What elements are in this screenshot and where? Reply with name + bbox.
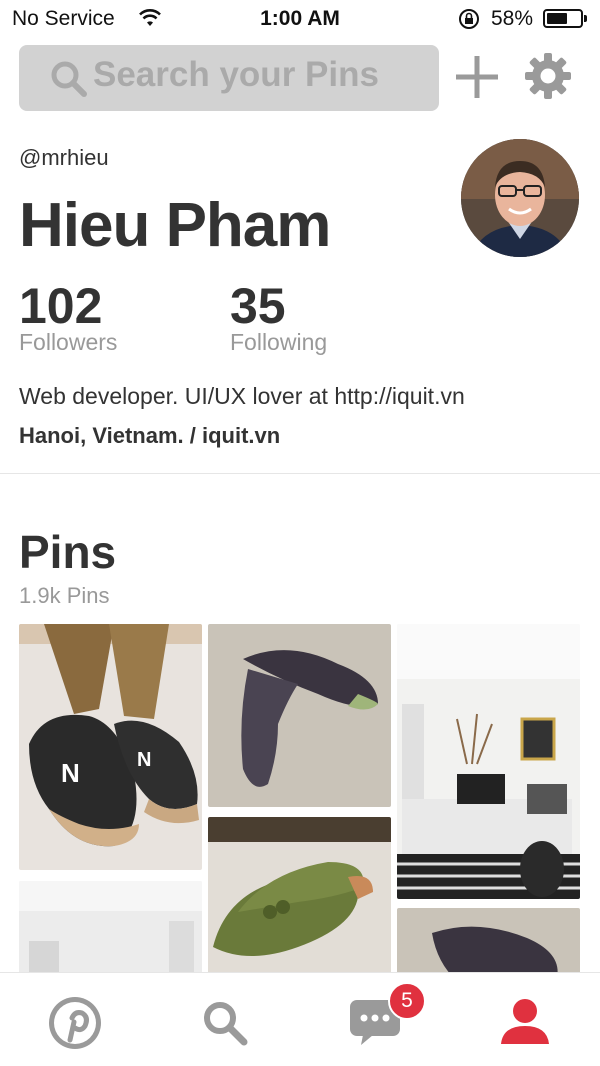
search-input[interactable]: Search your Pins xyxy=(19,45,439,111)
profile-tab-icon[interactable] xyxy=(500,998,550,1046)
pinterest-home-icon[interactable] xyxy=(48,996,102,1050)
messages-badge: 5 xyxy=(388,982,426,1020)
status-bar: No Service 1:00 AM 58% xyxy=(0,0,600,38)
pin-loafers[interactable] xyxy=(208,817,391,981)
profile-name: Hieu Pham xyxy=(19,191,331,260)
pin-living-room-2[interactable] xyxy=(19,881,202,981)
pin-oxford-shoe[interactable] xyxy=(208,624,391,807)
battery-percent: 58% xyxy=(491,7,534,30)
pin-sneakers[interactable]: N N xyxy=(19,624,202,870)
avatar[interactable] xyxy=(461,139,579,257)
followers-stat[interactable]: 102 Followers xyxy=(19,277,117,356)
search-placeholder: Search your Pins xyxy=(93,55,379,94)
orientation-lock-icon xyxy=(459,9,479,29)
pins-count: 1.9k Pins xyxy=(19,583,110,608)
battery-icon xyxy=(543,9,583,28)
followers-count: 102 xyxy=(19,278,103,334)
following-count: 35 xyxy=(230,278,286,334)
pins-section-title: Pins xyxy=(19,526,117,578)
svg-text:N: N xyxy=(137,749,151,771)
followers-label: Followers xyxy=(19,329,118,355)
svg-text:N: N xyxy=(61,758,80,788)
add-pin-icon[interactable] xyxy=(452,52,502,102)
pin-oxford-shoe-2[interactable] xyxy=(397,908,580,981)
profile-location[interactable]: Hanoi, Vietnam. / iquit.vn xyxy=(19,423,280,449)
section-divider xyxy=(0,473,600,474)
profile-bio: Web developer. UI/UX lover at http://iqu… xyxy=(19,383,465,409)
search-icon xyxy=(51,61,87,97)
gear-icon[interactable] xyxy=(523,51,573,101)
pin-living-room[interactable] xyxy=(397,624,580,899)
following-label: Following xyxy=(230,329,328,355)
profile-handle: @mrhieu xyxy=(19,145,109,170)
battery-tip xyxy=(584,15,587,22)
search-tab-icon[interactable] xyxy=(202,1000,248,1046)
following-stat[interactable]: 35 Following xyxy=(230,277,327,356)
